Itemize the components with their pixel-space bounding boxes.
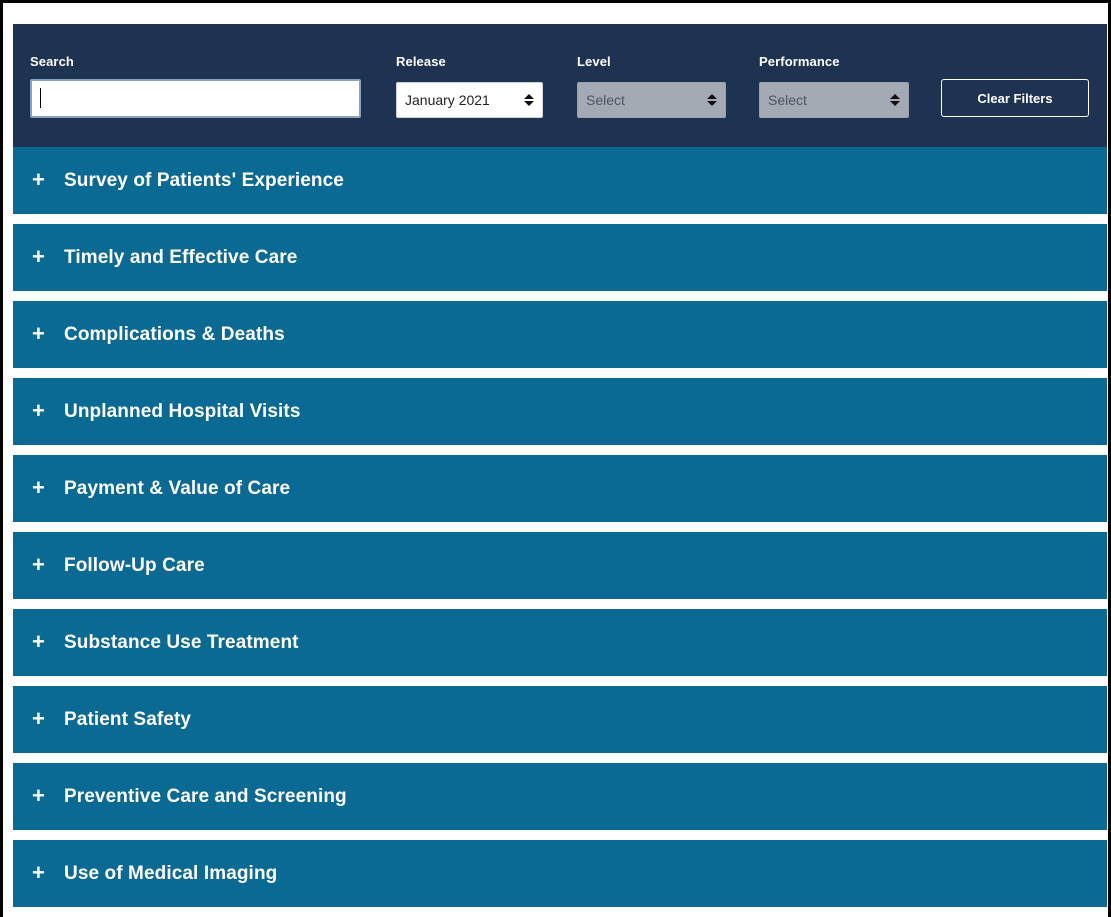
filter-bar: Search Release January 2021 Level Select… <box>13 24 1107 147</box>
select-arrows-icon <box>707 93 717 107</box>
expand-plus-icon: + <box>32 705 45 731</box>
accordion-section[interactable]: + Use of Medical Imaging <box>13 840 1107 907</box>
select-arrows-icon <box>890 93 900 107</box>
performance-label: Performance <box>759 54 840 69</box>
performance-select-value: Select <box>768 92 807 108</box>
select-arrows-icon <box>524 93 534 107</box>
search-label: Search <box>30 54 74 69</box>
search-input[interactable] <box>30 79 361 118</box>
accordion-section[interactable]: + Complications & Deaths <box>13 301 1107 368</box>
section-title: Preventive Care and Screening <box>64 785 347 807</box>
measures-panel: Search Release January 2021 Level Select… <box>13 24 1107 917</box>
section-title: Timely and Effective Care <box>64 246 298 268</box>
accordion-section[interactable]: + Timely and Effective Care <box>13 224 1107 291</box>
accordion-section[interactable]: + Patient Safety <box>13 686 1107 753</box>
expand-plus-icon: + <box>32 243 45 269</box>
expand-plus-icon: + <box>32 166 45 192</box>
section-title: Substance Use Treatment <box>64 631 299 653</box>
release-select[interactable]: January 2021 <box>396 82 543 118</box>
level-select[interactable]: Select <box>577 82 726 118</box>
accordion-section[interactable]: + Follow-Up Care <box>13 532 1107 599</box>
expand-plus-icon: + <box>32 628 45 654</box>
expand-plus-icon: + <box>32 782 45 808</box>
section-title: Unplanned Hospital Visits <box>64 400 301 422</box>
section-title: Use of Medical Imaging <box>64 862 278 884</box>
section-title: Survey of Patients' Experience <box>64 169 344 191</box>
level-label: Level <box>577 54 611 69</box>
expand-plus-icon: + <box>32 397 45 423</box>
section-title: Follow-Up Care <box>64 554 205 576</box>
text-cursor <box>40 88 41 108</box>
accordion-section[interactable]: + Preventive Care and Screening <box>13 763 1107 830</box>
expand-plus-icon: + <box>32 474 45 500</box>
expand-plus-icon: + <box>32 320 45 346</box>
accordion-section[interactable]: + Substance Use Treatment <box>13 609 1107 676</box>
level-select-value: Select <box>586 92 625 108</box>
performance-select[interactable]: Select <box>759 82 909 118</box>
clear-filters-button[interactable]: Clear Filters <box>941 79 1089 117</box>
section-title: Complications & Deaths <box>64 323 285 345</box>
accordion-section[interactable]: + Survey of Patients' Experience <box>13 147 1107 214</box>
release-label: Release <box>396 54 446 69</box>
expand-plus-icon: + <box>32 859 45 885</box>
expand-plus-icon: + <box>32 551 45 577</box>
section-title: Patient Safety <box>64 708 192 730</box>
accordion-section[interactable]: + Payment & Value of Care <box>13 455 1107 522</box>
release-select-value: January 2021 <box>405 92 490 108</box>
section-title: Payment & Value of Care <box>64 477 291 499</box>
accordion-section[interactable]: + Unplanned Hospital Visits <box>13 378 1107 445</box>
